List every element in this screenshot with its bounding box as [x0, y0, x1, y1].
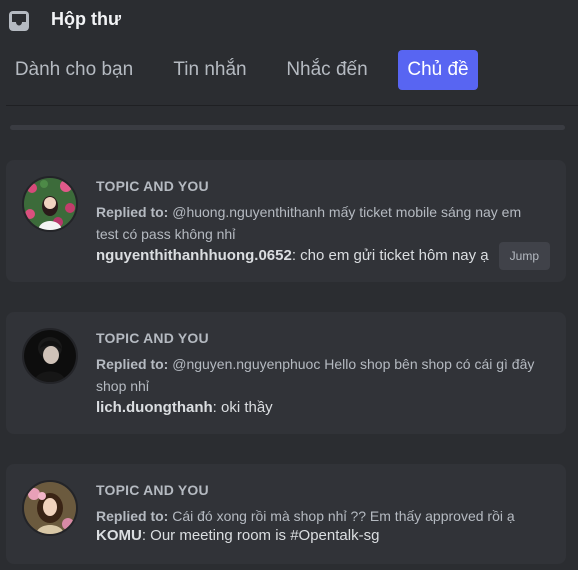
replied-to-text: Replied to: @huong.nguyenthithanh mấy ti… — [96, 201, 546, 245]
jump-button[interactable]: Jump — [498, 242, 550, 270]
avatar[interactable] — [22, 480, 78, 536]
replied-label: Replied to: — [96, 508, 169, 524]
replied-content: Cái đó xong rồi mà shop nhỉ ?? Em thấy a… — [172, 508, 515, 524]
avatar[interactable] — [22, 176, 78, 232]
inbox-tabs: Dành cho bạn Tin nhắn Nhắc đến Chủ đề — [0, 50, 578, 90]
last-message: lich.duongthanh: oki thầy — [96, 399, 273, 416]
last-message: nguyenthithanhhuong.0652: cho em gửi tic… — [96, 247, 489, 264]
message-text: : oki thầy — [212, 399, 273, 416]
tab-unreads[interactable]: Tin nhắn — [164, 50, 256, 90]
thread-title: TOPIC AND YOU — [96, 482, 209, 498]
inbox-header: Hộp thư — [0, 0, 578, 40]
message-author[interactable]: nguyenthithanhhuong.0652 — [96, 247, 292, 264]
thread-card[interactable]: TOPIC AND YOU Replied to: @huong.nguyent… — [6, 160, 566, 282]
tab-threads[interactable]: Chủ đề — [398, 50, 478, 90]
last-message: KOMU: Our meeting room is #Opentalk-sg — [96, 527, 379, 544]
page-title: Hộp thư — [51, 9, 122, 29]
thread-title: TOPIC AND YOU — [96, 178, 209, 194]
replied-to-text: Replied to: Cái đó xong rồi mà shop nhỉ … — [96, 505, 546, 527]
tab-mentions[interactable]: Nhắc đến — [278, 50, 376, 90]
scrollbar[interactable] — [10, 125, 565, 130]
avatar[interactable] — [22, 328, 78, 384]
replied-to-text: Replied to: @nguyen.nguyenphuoc Hello sh… — [96, 353, 546, 397]
message-author[interactable]: KOMU — [96, 527, 142, 544]
thread-card[interactable]: TOPIC AND YOU Replied to: @nguyen.nguyen… — [6, 312, 566, 434]
replied-label: Replied to: — [96, 204, 169, 220]
message-text: : cho em gửi ticket hôm nay ạ — [291, 247, 489, 264]
inbox-icon — [8, 10, 30, 32]
header-divider — [6, 105, 578, 106]
thread-card[interactable]: TOPIC AND YOU Replied to: Cái đó xong rồ… — [6, 464, 566, 564]
message-text: : Our meeting room is #Opentalk-sg — [141, 527, 380, 544]
replied-label: Replied to: — [96, 356, 169, 372]
tab-for-you[interactable]: Dành cho bạn — [6, 50, 142, 90]
thread-title: TOPIC AND YOU — [96, 330, 209, 346]
message-author[interactable]: lich.duongthanh — [96, 399, 213, 416]
